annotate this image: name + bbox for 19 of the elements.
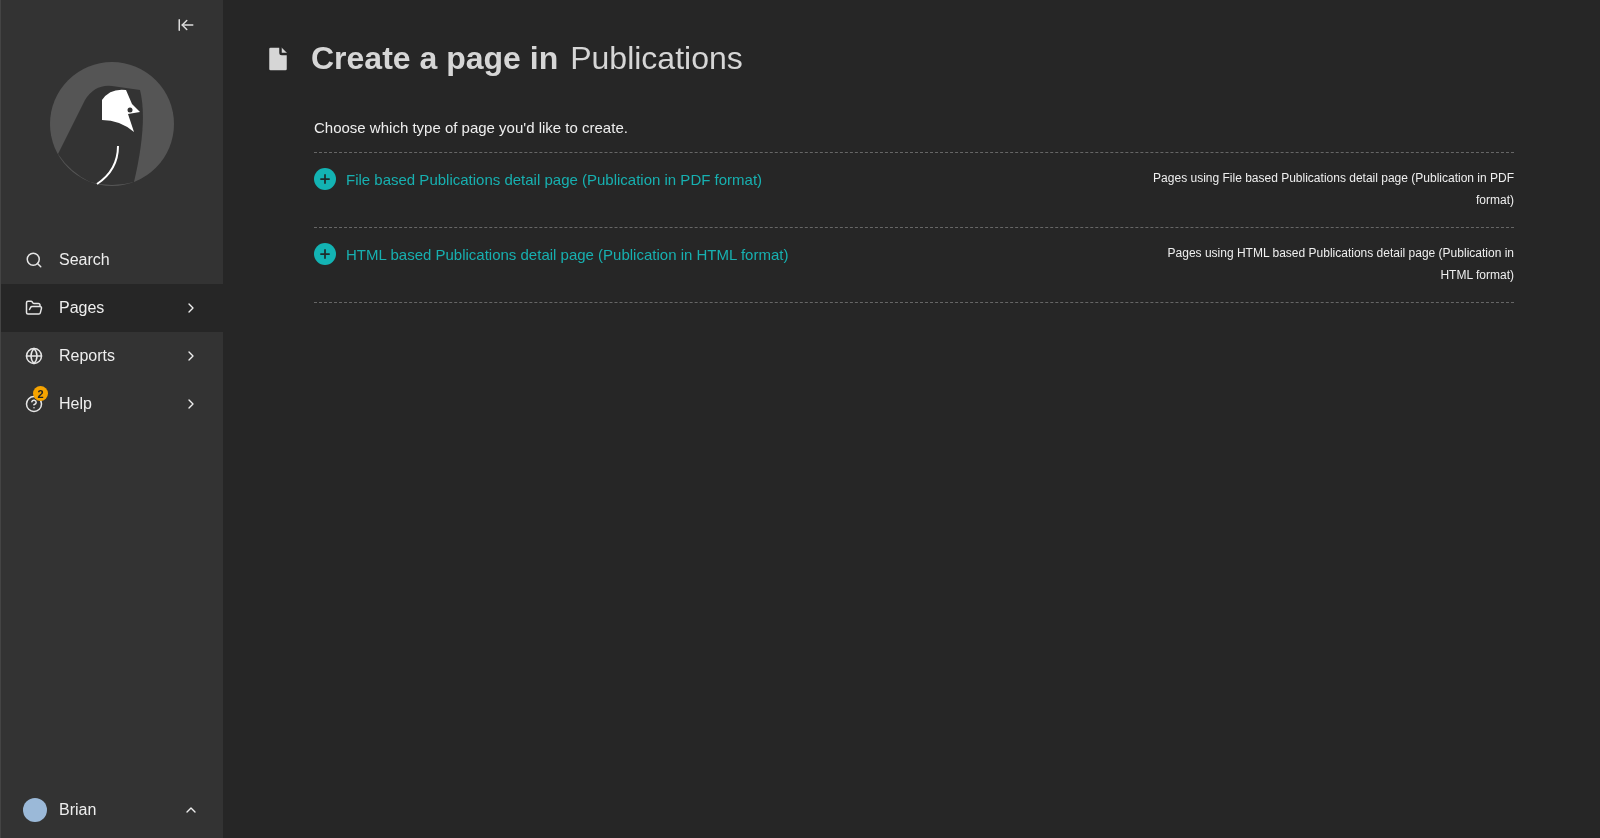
folder-icon (25, 299, 43, 317)
plus-icon (314, 168, 336, 190)
globe-icon (25, 347, 43, 365)
section-name: Publications (570, 40, 743, 77)
notification-badge: 2 (33, 386, 48, 401)
intro-text: Choose which type of page you'd like to create. (314, 119, 629, 136)
sidebar-item[interactable]: Search (1, 236, 223, 284)
usage-text: Pages using HTML based Publications detail page (Publication in HTML format) (1166, 245, 1514, 284)
page-title: Create a page in (311, 40, 559, 77)
user-name: Brian (59, 801, 98, 819)
search-icon (25, 251, 43, 269)
plus-icon (314, 243, 336, 265)
page-type-link[interactable]: File based Publications detail page (Publication in PDF format) (314, 167, 763, 191)
page-type-link[interactable]: HTML based Publications detail page (Publication in HTML format) (314, 242, 789, 266)
usage-text: Pages using File based Publications detail page (Publication in PDF format) (1152, 170, 1514, 209)
sidebar-item[interactable]: 2 Help (1, 380, 223, 428)
sidebar-item[interactable]: Reports (1, 332, 223, 380)
sidebar-item[interactable]: Pages (1, 284, 223, 332)
user-avatar (23, 798, 47, 822)
